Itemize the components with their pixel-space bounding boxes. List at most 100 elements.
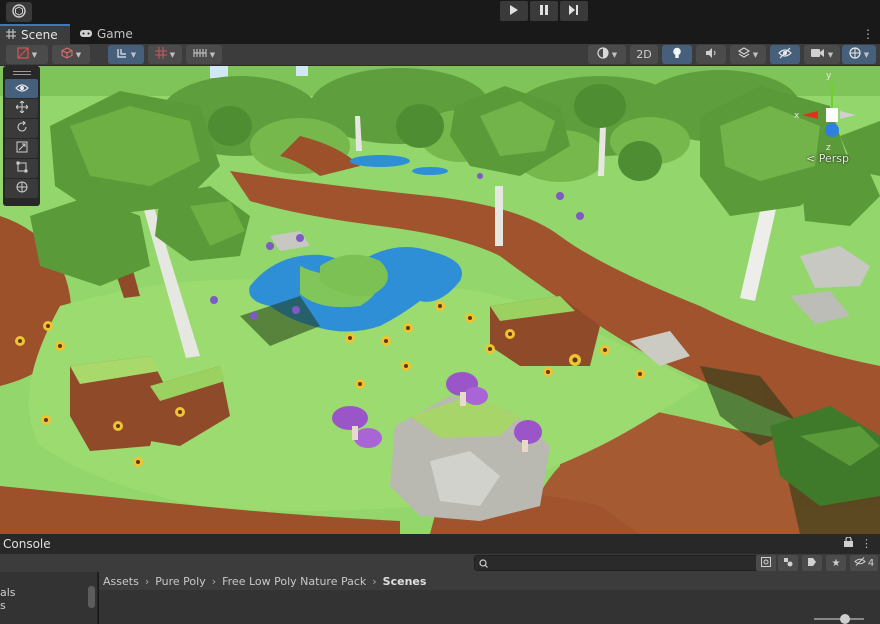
icon-size-slider-handle[interactable]	[840, 614, 850, 624]
search-icon	[479, 557, 488, 571]
draw-mode-dropdown[interactable]: ▼	[6, 45, 48, 64]
tree-item[interactable]: als	[0, 586, 97, 599]
rotate-tool-button[interactable]	[5, 119, 38, 138]
mode-2d-button[interactable]: 2D	[630, 45, 658, 64]
hash-grid-icon	[6, 28, 16, 42]
filter-by-type-button[interactable]	[778, 555, 798, 571]
light-bulb-icon	[672, 47, 682, 62]
mode-2d-label: 2D	[636, 48, 652, 61]
snap-dropdown[interactable]: ▼	[186, 45, 222, 64]
more-options-icon[interactable]: ⋮	[862, 27, 874, 41]
grid-icon	[154, 47, 167, 62]
filter-icon	[783, 557, 793, 570]
transform-tool-dropdown[interactable]: ▼	[108, 45, 144, 64]
play-button[interactable]	[500, 1, 528, 21]
project-tree: als s	[0, 572, 98, 624]
console-more-icon[interactable]: ⋮	[861, 537, 872, 550]
search-input[interactable]	[491, 556, 751, 570]
scene-toolbar: ▼ ▼ ▼ ▼ ▼ ▼ 2D ▼ ▼ ▼	[0, 44, 880, 66]
effects-icon	[737, 47, 750, 62]
scale-tool-button[interactable]	[5, 139, 38, 158]
grid-dropdown[interactable]: ▼	[148, 45, 182, 64]
scene-render	[0, 66, 880, 534]
breadcrumb-item[interactable]: Free Low Poly Nature Pack	[222, 575, 366, 588]
snap-icon	[193, 47, 207, 62]
lighting-toggle[interactable]	[662, 45, 692, 64]
transform-tool-icon	[116, 47, 128, 62]
scale-icon	[16, 141, 28, 156]
x-axis-cone[interactable]	[802, 111, 818, 119]
projection-toggle[interactable]: < Persp	[806, 152, 849, 165]
audio-icon	[705, 47, 717, 62]
y-axis-label: y	[826, 71, 832, 81]
transform-icon	[16, 181, 28, 196]
account-button[interactable]	[6, 2, 32, 22]
tab-game[interactable]: Game	[74, 24, 139, 44]
tab-label: Scene	[21, 28, 58, 42]
tree-scrollbar[interactable]	[88, 586, 95, 608]
shading-icon	[597, 47, 609, 62]
gamepad-icon	[80, 27, 92, 41]
drag-handle[interactable]	[3, 68, 40, 78]
main-toolbar	[0, 0, 880, 24]
icon-size-slider[interactable]	[814, 618, 864, 620]
search-box[interactable]	[474, 555, 772, 571]
search-type-icon	[761, 556, 771, 570]
move-tool-button[interactable]	[5, 99, 38, 118]
view-tool-button[interactable]	[5, 79, 38, 98]
unity-logo-icon	[12, 3, 26, 21]
tag-icon	[807, 557, 817, 570]
scene-visibility-toggle[interactable]	[770, 45, 800, 64]
rotate-icon	[16, 120, 28, 136]
window-tabs: Scene Game ⋮	[0, 24, 880, 44]
lock-icon[interactable]	[844, 536, 853, 550]
hidden-eye-icon	[854, 557, 866, 569]
camera-dropdown[interactable]: ▼	[804, 45, 840, 64]
hidden-count: 4	[867, 557, 875, 569]
breadcrumb-separator-icon: ›	[144, 574, 150, 588]
tool-palette	[3, 66, 40, 206]
breadcrumb-separator-icon: ›	[211, 574, 217, 588]
console-header: Console ⋮	[0, 534, 880, 554]
breadcrumb-item-current[interactable]: Scenes	[383, 575, 427, 588]
move-icon	[15, 100, 28, 116]
favorites-button[interactable]: ★	[826, 555, 846, 571]
hidden-eye-icon	[778, 47, 792, 62]
rect-tool-button[interactable]	[5, 159, 38, 178]
breadcrumb-separator-icon: ›	[372, 574, 377, 588]
search-by-type-button[interactable]	[756, 555, 776, 571]
x-axis-label: x	[794, 111, 800, 121]
step-button[interactable]	[560, 1, 588, 21]
step-icon	[569, 4, 579, 18]
shading-dropdown[interactable]: ▼	[588, 45, 626, 64]
tab-console[interactable]: Console	[0, 534, 54, 554]
effects-dropdown[interactable]: ▼	[730, 45, 766, 64]
shaded-mode-icon	[17, 47, 29, 62]
render-mode-dropdown[interactable]: ▼	[52, 45, 90, 64]
tab-label: Console	[3, 537, 51, 551]
hidden-packages-button[interactable]: 4	[850, 555, 878, 571]
pause-button[interactable]	[530, 1, 558, 21]
breadcrumb-item[interactable]: Pure Poly	[155, 575, 206, 588]
play-controls	[500, 1, 588, 21]
breadcrumb-item[interactable]: Assets	[103, 575, 139, 588]
scene-viewport[interactable]	[0, 66, 880, 534]
transform-tool-button[interactable]	[5, 179, 38, 198]
pause-icon	[539, 4, 549, 18]
audio-toggle[interactable]	[696, 45, 726, 64]
filter-by-label-button[interactable]	[802, 555, 822, 571]
project-toolbar: ★ 4	[0, 554, 880, 572]
asset-grid[interactable]	[99, 590, 880, 624]
eye-icon	[14, 82, 29, 96]
tab-label: Game	[97, 27, 133, 41]
gizmos-icon	[849, 47, 861, 62]
gizmos-dropdown[interactable]: ▼	[842, 45, 876, 64]
breadcrumb: Assets › Pure Poly › Free Low Poly Natur…	[99, 572, 880, 590]
rect-icon	[16, 161, 28, 176]
play-icon	[509, 4, 519, 18]
camera-icon	[810, 48, 825, 61]
tree-item[interactable]: s	[0, 599, 97, 612]
cube-icon	[61, 47, 73, 62]
tab-scene[interactable]: Scene	[0, 24, 70, 44]
z-axis-cone[interactable]	[825, 123, 839, 137]
